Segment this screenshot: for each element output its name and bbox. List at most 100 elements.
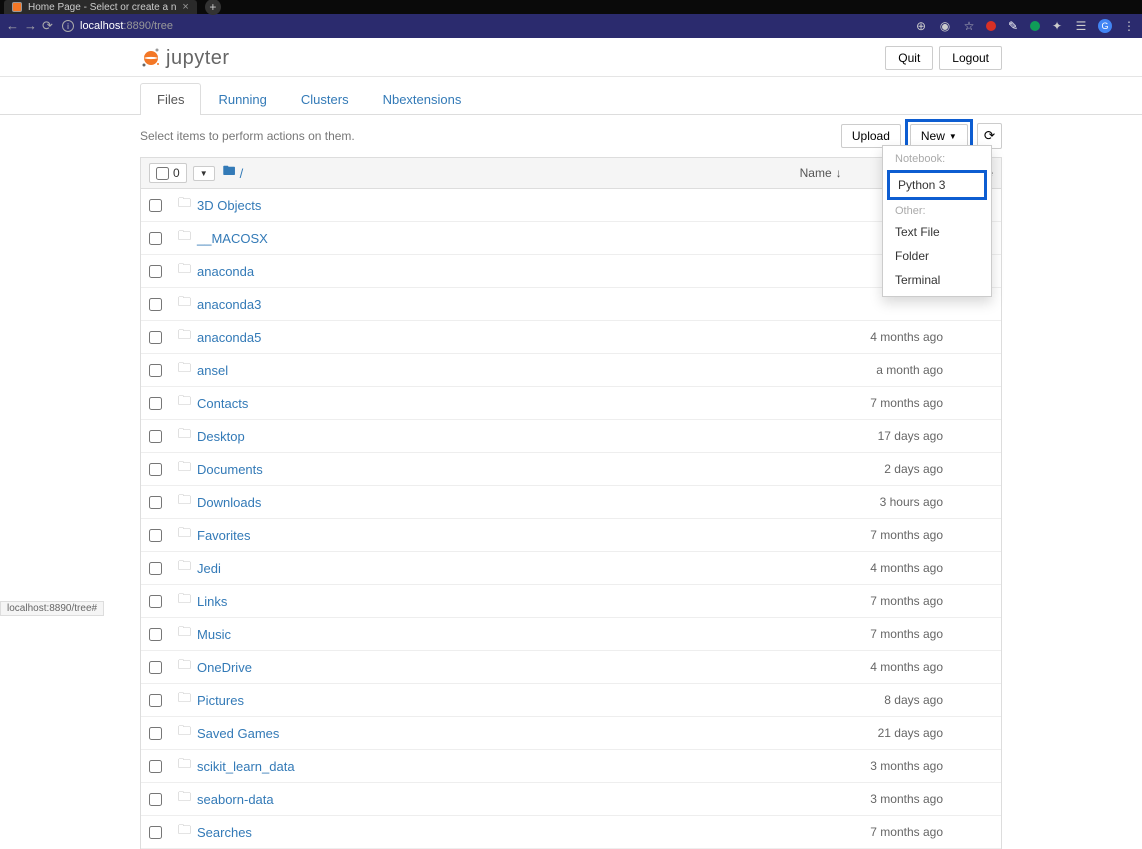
menu-item-python3[interactable]: Python 3	[890, 173, 984, 197]
site-info-icon[interactable]: i	[62, 20, 74, 32]
file-name[interactable]: Favorites	[197, 528, 250, 543]
file-checkbox[interactable]	[149, 661, 162, 674]
menu-icon[interactable]: ⋮	[1122, 19, 1136, 33]
select-count[interactable]: 0	[149, 163, 187, 183]
extensions-icon[interactable]: ✦	[1050, 19, 1064, 33]
file-name[interactable]: anaconda3	[197, 297, 261, 312]
close-tab-icon[interactable]: ×	[182, 1, 188, 13]
file-modified: 7 months ago	[870, 594, 993, 608]
folder-icon: 🗀	[178, 392, 191, 414]
file-checkbox[interactable]	[149, 595, 162, 608]
file-checkbox[interactable]	[149, 760, 162, 773]
folder-icon: 🗀	[178, 326, 191, 348]
file-name[interactable]: Jedi	[197, 561, 221, 576]
file-name[interactable]: anaconda	[197, 264, 254, 279]
menu-item-terminal[interactable]: Terminal	[883, 268, 991, 292]
file-checkbox[interactable]	[149, 529, 162, 542]
brush-icon[interactable]: ✎	[1006, 19, 1020, 33]
new-dropdown-menu: Notebook: Python 3 Other: Text File Fold…	[882, 145, 992, 297]
folder-icon: 🗀	[178, 227, 191, 249]
new-tab-button[interactable]: +	[205, 0, 221, 15]
file-name[interactable]: Downloads	[197, 495, 261, 510]
file-name[interactable]: seaborn-data	[197, 792, 274, 807]
file-name[interactable]: anaconda5	[197, 330, 261, 345]
file-modified: 4 months ago	[870, 330, 993, 344]
tab-nbextensions[interactable]: Nbextensions	[366, 83, 479, 115]
reading-list-icon[interactable]: ☰	[1074, 19, 1088, 33]
file-name[interactable]: OneDrive	[197, 660, 252, 675]
file-modified: 3 months ago	[870, 759, 993, 773]
star-icon[interactable]: ☆	[962, 19, 976, 33]
folder-icon: 🖿	[223, 162, 236, 184]
folder-icon: 🗀	[178, 491, 191, 513]
select-all-checkbox[interactable]	[156, 167, 169, 180]
file-name[interactable]: Links	[197, 594, 227, 609]
address-bar[interactable]: i localhost:8890/tree	[62, 20, 906, 32]
tab-running[interactable]: Running	[201, 83, 283, 115]
file-checkbox[interactable]	[149, 331, 162, 344]
file-checkbox[interactable]	[149, 298, 162, 311]
file-checkbox[interactable]	[149, 727, 162, 740]
file-checkbox[interactable]	[149, 826, 162, 839]
file-checkbox[interactable]	[149, 496, 162, 509]
logout-button[interactable]: Logout	[939, 46, 1002, 70]
url-host: localhost	[80, 20, 123, 32]
menu-item-text-file[interactable]: Text File	[883, 220, 991, 244]
file-checkbox[interactable]	[149, 364, 162, 377]
folder-icon: 🗀	[178, 722, 191, 744]
file-name[interactable]: Documents	[197, 462, 263, 477]
file-checkbox[interactable]	[149, 199, 162, 212]
file-checkbox[interactable]	[149, 265, 162, 278]
profile-avatar[interactable]: G	[1098, 19, 1112, 33]
file-name[interactable]: Desktop	[197, 429, 245, 444]
file-checkbox[interactable]	[149, 628, 162, 641]
extension-icon-green[interactable]	[1030, 21, 1040, 31]
file-checkbox[interactable]	[149, 397, 162, 410]
file-checkbox[interactable]	[149, 463, 162, 476]
folder-icon: 🗀	[178, 590, 191, 612]
file-checkbox[interactable]	[149, 562, 162, 575]
sort-name-column[interactable]: Name ↓	[800, 166, 842, 180]
file-list-header: 0 ▼ 🖿 / Name ↓ Last Modified e	[140, 157, 1002, 189]
breadcrumb[interactable]: 🖿 /	[223, 162, 244, 184]
select-dropdown-arrow[interactable]: ▼	[193, 166, 215, 181]
status-bar: localhost:8890/tree#	[0, 601, 104, 616]
file-modified: 21 days ago	[878, 726, 993, 740]
reload-button[interactable]: ⟳	[42, 18, 54, 34]
file-name[interactable]: scikit_learn_data	[197, 759, 295, 774]
tab-files[interactable]: Files	[140, 83, 201, 115]
file-checkbox[interactable]	[149, 232, 162, 245]
file-modified: 7 months ago	[870, 627, 993, 641]
file-name[interactable]: Searches	[197, 825, 252, 840]
file-row: 🗀anaconda34 months ago	[141, 288, 1001, 321]
forward-button[interactable]: →	[24, 18, 36, 34]
file-modified: 4 months ago	[870, 561, 993, 575]
folder-icon: 🗀	[178, 788, 191, 810]
tab-clusters[interactable]: Clusters	[284, 83, 366, 115]
file-checkbox[interactable]	[149, 793, 162, 806]
jupyter-logo[interactable]: jupyter	[140, 47, 230, 70]
file-name[interactable]: Saved Games	[197, 726, 279, 741]
browser-toolbar: ← → ⟳ i localhost:8890/tree ⊕ ◉ ☆ ✎ ✦ ☰ …	[0, 14, 1142, 38]
file-name[interactable]: 3D Objects	[197, 198, 261, 213]
file-name[interactable]: Music	[197, 627, 231, 642]
file-checkbox[interactable]	[149, 430, 162, 443]
extension-icon-red[interactable]	[986, 21, 996, 31]
file-name[interactable]: __MACOSX	[197, 231, 268, 246]
back-button[interactable]: ←	[6, 18, 18, 34]
breadcrumb-sep: /	[240, 166, 244, 181]
tab-title: Home Page - Select or create a n	[28, 2, 176, 13]
file-name[interactable]: Contacts	[197, 396, 248, 411]
menu-item-folder[interactable]: Folder	[883, 244, 991, 268]
quit-button[interactable]: Quit	[885, 46, 933, 70]
file-modified: 17 days ago	[878, 429, 993, 443]
search-icon[interactable]: ⊕	[914, 19, 928, 33]
file-row: 🗀Desktop17 days ago	[141, 420, 1001, 453]
url-path: /tree	[151, 20, 173, 32]
file-name[interactable]: Pictures	[197, 693, 244, 708]
file-checkbox[interactable]	[149, 694, 162, 707]
file-name[interactable]: ansel	[197, 363, 228, 378]
browser-tab[interactable]: Home Page - Select or create a n ×	[4, 0, 197, 14]
account-icon[interactable]: ◉	[938, 19, 952, 33]
instructions-text: Select items to perform actions on them.	[140, 129, 355, 143]
